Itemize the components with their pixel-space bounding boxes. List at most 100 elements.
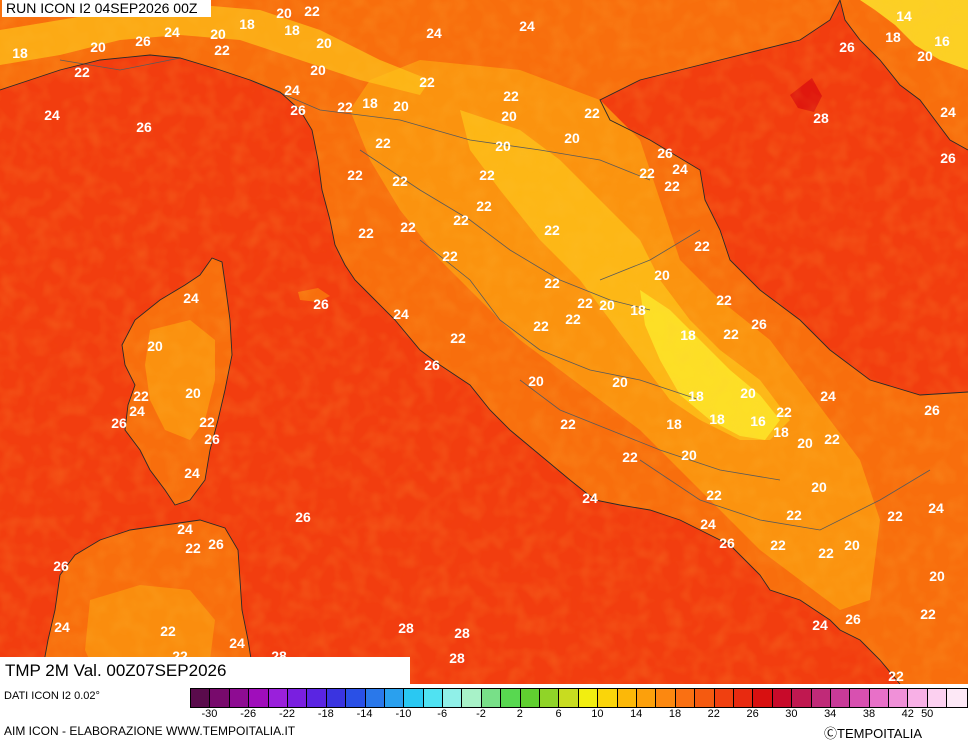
colorbar-swatch: [481, 689, 502, 707]
temperature-label: 20: [612, 374, 628, 390]
temperature-label: 22: [776, 404, 792, 420]
temperature-map: 18 20 26 24 20 22 18 20 22 18 20 22 20 24 24 22 24 22 18 20…: [0, 0, 968, 684]
colorbar-swatch: [869, 689, 890, 707]
colorbar-tick-label: 14: [630, 708, 643, 720]
temperature-label: 26: [845, 611, 861, 627]
temperature-label: 26: [111, 415, 127, 431]
colorbar-swatch: [520, 689, 541, 707]
temperature-label: 22: [160, 623, 176, 639]
temperature-label: 20: [599, 297, 615, 313]
colorbar-tick-label: -26: [240, 708, 257, 720]
temperature-label: 20: [210, 26, 226, 42]
elaboration-label: AIM ICON - ELABORAZIONE WWW.TEMPOITALIA.…: [4, 724, 296, 738]
temperature-label: 26: [136, 119, 152, 135]
colorbar-tick-label: 22: [707, 708, 720, 720]
texture-overlay: [0, 0, 968, 684]
colorbar-swatch: [636, 689, 657, 707]
temperature-label: 24: [928, 500, 944, 516]
colorbar-tick-label: 26: [746, 708, 759, 720]
temperature-label: 22: [476, 198, 492, 214]
temperature-label: 26: [53, 558, 69, 574]
temperature-label: 22: [74, 64, 90, 80]
colorbar-tick-label: 18: [668, 708, 682, 720]
temperature-label: 22: [214, 42, 230, 58]
temperature-label: 24: [393, 306, 409, 322]
colorbar-swatch: [850, 689, 870, 707]
temperature-label: 20: [147, 338, 163, 354]
temperature-label: 22: [419, 74, 435, 90]
temperature-label: 16: [934, 33, 950, 49]
colorbar-swatch: [249, 689, 269, 707]
temperature-label: 22: [400, 219, 416, 235]
colorbar-swatch: [307, 689, 327, 707]
colorbar-swatch: [423, 689, 444, 707]
colorbar-tick-label: -14: [356, 708, 373, 720]
colorbar-swatch: [365, 689, 385, 707]
temperature-label: 26: [719, 535, 735, 551]
temperature-label: 24: [184, 465, 200, 481]
temperature-label: 16: [750, 413, 766, 429]
colorbar-ticks: -30 -26 -22 -18 -14 -10 -6 -2 2 6 10 14 18 22 26 30 34 38…: [190, 708, 966, 722]
legend-footer: DATI ICON I2 0.02° -30 -26 -22 -18 -14 -10 -6-…: [0, 684, 968, 745]
temperature-label: 24: [700, 516, 716, 532]
temperature-label: 24: [812, 617, 828, 633]
colorbar-swatch: [811, 689, 831, 707]
colorbar-tick-label: 2: [516, 708, 523, 720]
temperature-label: 26: [940, 150, 956, 166]
colorbar-swatch: [889, 689, 909, 707]
colorbar-swatch: [772, 689, 793, 707]
temperature-label: 20: [276, 5, 292, 21]
colorbar-swatch: [598, 689, 618, 707]
temperature-label: 20: [681, 447, 697, 463]
colorbar-swatch: [210, 689, 230, 707]
colorbar-swatch: [656, 689, 676, 707]
colorbar-swatch: [792, 689, 812, 707]
temperature-label: 18: [666, 416, 682, 432]
colorbar-tick-label: -2: [476, 708, 486, 720]
temperature-label: 22: [392, 173, 408, 189]
colorbar-swatch: [462, 689, 482, 707]
data-source-label: DATI ICON I2 0.02°: [4, 690, 100, 702]
temperature-label: 22: [453, 212, 469, 228]
colorbar-tick-label: 38: [862, 708, 876, 720]
temperature-label: 22: [920, 606, 936, 622]
temperature-label: 20: [185, 385, 201, 401]
colorbar-swatch: [326, 689, 347, 707]
temperature-label: 22: [442, 248, 458, 264]
colorbar-tick-label: -18: [317, 708, 334, 720]
temperature-label: 20: [917, 48, 933, 64]
colorbar-tick-label: -6: [437, 708, 448, 720]
temperature-label: 24: [519, 18, 535, 34]
temperature-label: 20: [495, 138, 511, 154]
colorbar-swatch: [404, 689, 424, 707]
temperature-label: 22: [639, 165, 655, 181]
colorbar-swatch: [443, 689, 463, 707]
temperature-label: 22: [664, 178, 680, 194]
colorbar-swatch: [908, 689, 928, 707]
colorbar-swatch: [384, 689, 405, 707]
temperature-label: 18: [885, 29, 901, 45]
temperature-label: 22: [337, 99, 353, 115]
temperature-label: 22: [544, 275, 560, 291]
colorbar-swatch: [501, 689, 521, 707]
temperature-label: 24: [582, 490, 598, 506]
temperature-label: 28: [398, 620, 414, 636]
temperature-label: 26: [208, 536, 224, 552]
colorbar-swatch: [578, 689, 599, 707]
temperature-label: 20: [501, 108, 517, 124]
variable-label: TMP 2M Val. 00Z07SEP2026: [0, 657, 410, 684]
temperature-label: 24: [177, 521, 193, 537]
colorbar-swatch: [346, 689, 366, 707]
temperature-label: 20: [393, 98, 409, 114]
colorbar-swatch: [617, 689, 637, 707]
temperature-label: 28: [449, 650, 465, 666]
temperature-label: 22: [503, 88, 519, 104]
temperature-label: 18: [688, 388, 704, 404]
colorbar-tick-label: 30: [785, 708, 798, 720]
temperature-label: 24: [229, 635, 245, 651]
colorbar-tick-label: -22: [279, 708, 295, 720]
temperature-label: 22: [622, 449, 638, 465]
temperature-label: 22: [544, 222, 560, 238]
temperature-label: 26: [839, 39, 855, 55]
temperature-label: 26: [204, 431, 220, 447]
